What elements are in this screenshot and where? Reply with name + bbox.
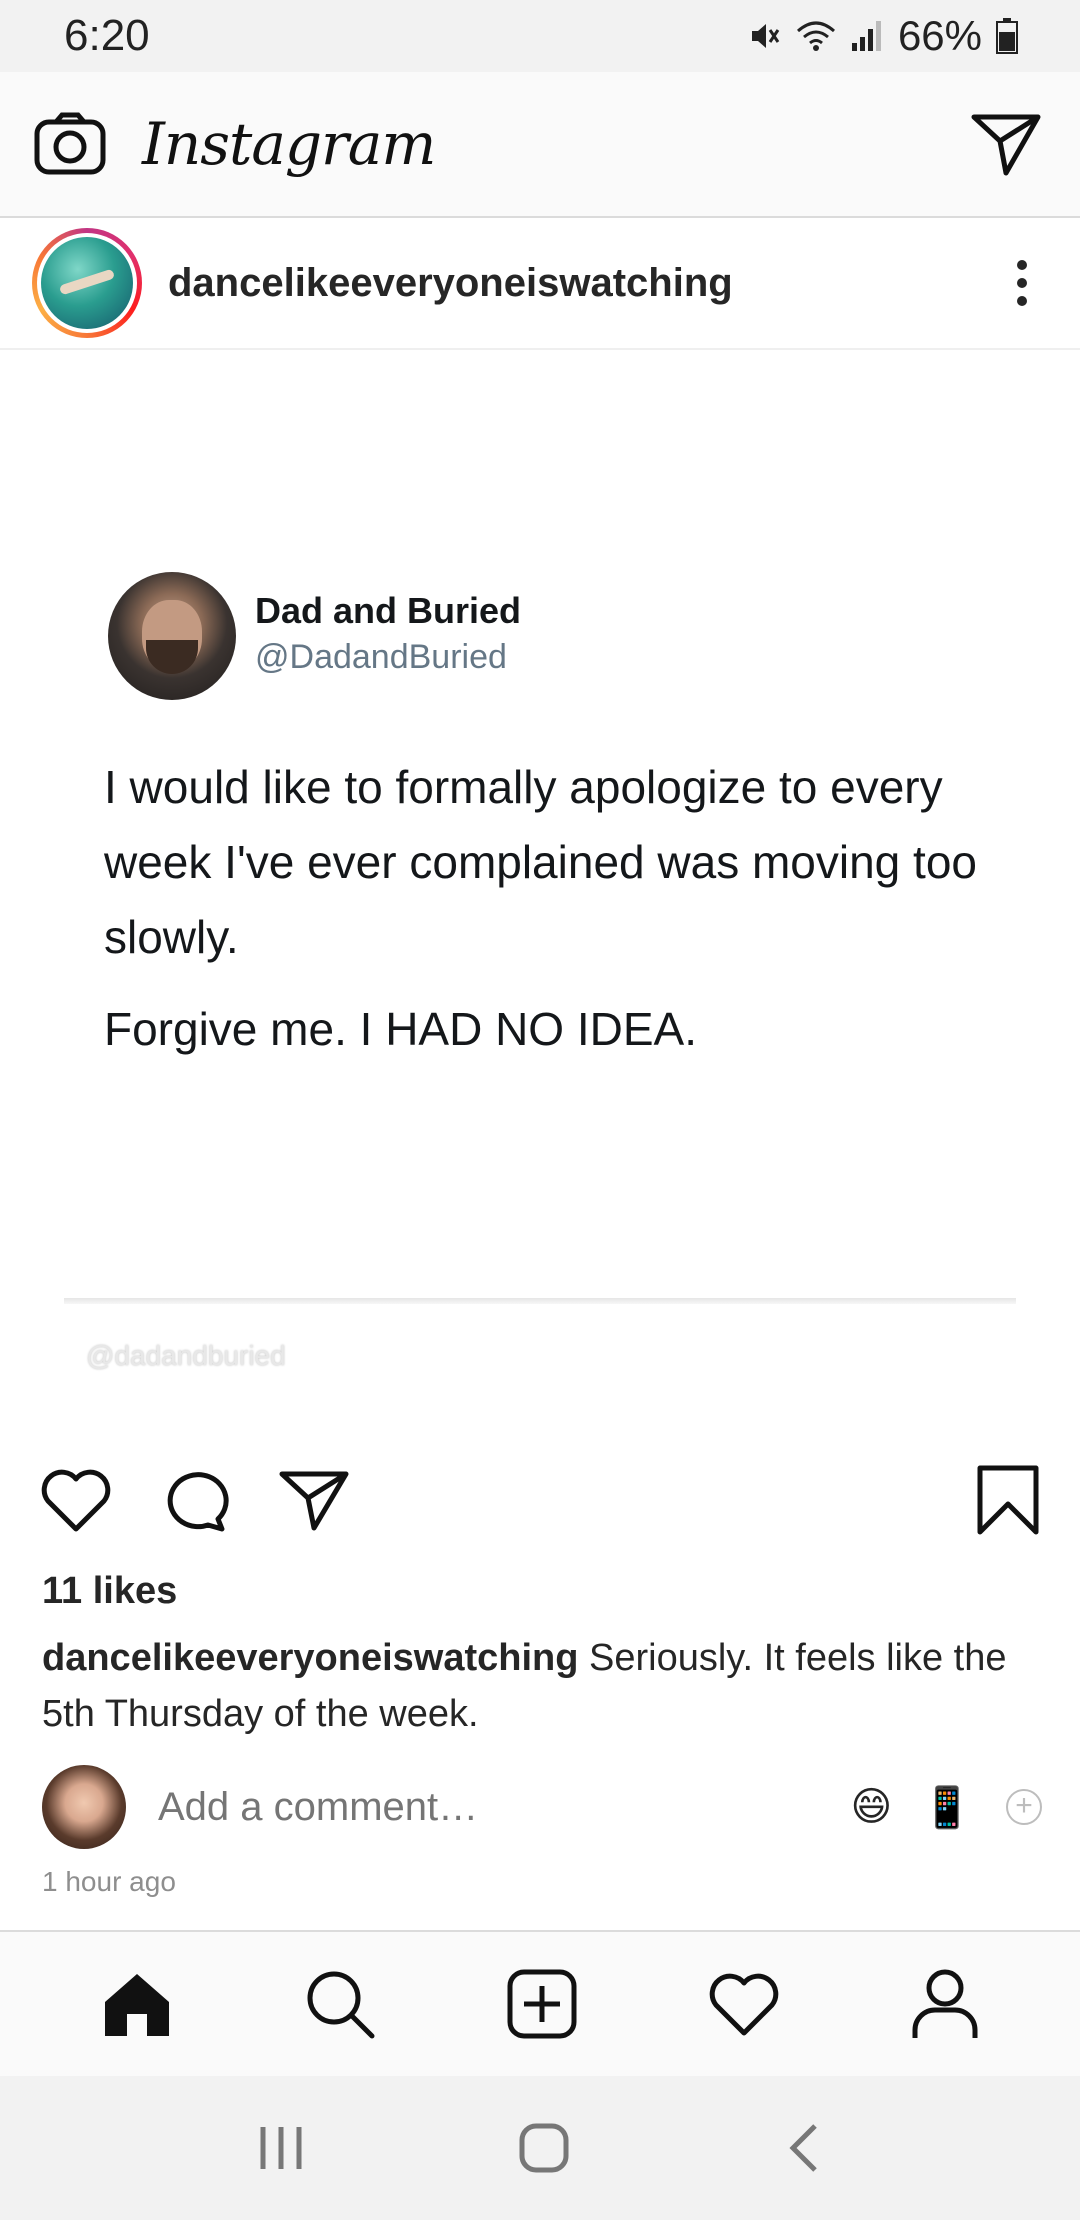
recent-apps-icon[interactable] xyxy=(257,2123,305,2173)
caption-username[interactable]: dancelikeeveryoneiswatching xyxy=(42,1637,578,1679)
post-username[interactable]: dancelikeeveryoneiswatching xyxy=(168,261,1002,306)
home-icon[interactable] xyxy=(101,1970,173,2038)
tweet-author-handle: @DadandBuried xyxy=(255,638,507,676)
likes-count[interactable]: 11 likes xyxy=(42,1570,177,1613)
profile-icon[interactable] xyxy=(911,1968,979,2040)
tweet-author-avatar xyxy=(108,572,236,700)
like-heart-icon[interactable] xyxy=(40,1467,112,1533)
comment-input[interactable] xyxy=(158,1784,821,1830)
post-timestamp: 1 hour ago xyxy=(42,1866,176,1897)
tweet-text-second: Forgive me. I HAD NO IDEA. xyxy=(104,1003,698,1055)
activity-heart-icon[interactable] xyxy=(708,1971,780,2037)
status-icons: 66% xyxy=(748,12,1018,60)
back-icon[interactable] xyxy=(783,2122,823,2174)
emoji-phone-button[interactable]: 📱 xyxy=(922,1784,972,1831)
add-comment-row: 😄 📱 + xyxy=(42,1762,1042,1852)
status-bar: 6:20 66% xyxy=(0,0,1080,72)
share-icon[interactable] xyxy=(278,1468,350,1532)
post-header: dancelikeeveryoneiswatching xyxy=(0,218,1080,350)
post-author-avatar[interactable] xyxy=(32,228,142,338)
image-watermark: @dadandburied xyxy=(86,1340,286,1371)
tweet-author-name: Dad and Buried xyxy=(255,590,522,631)
android-nav-bar xyxy=(0,2076,1080,2220)
add-post-icon[interactable] xyxy=(506,1968,578,2040)
post-image[interactable]: Dad and Buried @DadandBuried I would lik… xyxy=(0,350,1080,1430)
wifi-icon xyxy=(796,19,836,53)
app-header: Instagram xyxy=(0,72,1080,218)
direct-message-icon[interactable] xyxy=(970,111,1042,177)
more-options-icon[interactable] xyxy=(1002,260,1042,306)
home-button-icon[interactable] xyxy=(518,2122,570,2174)
post-caption: dancelikeeveryoneiswatching Seriously. I… xyxy=(42,1630,1042,1742)
status-time: 6:20 xyxy=(64,11,150,60)
comment-icon[interactable] xyxy=(160,1467,230,1533)
bookmark-icon[interactable] xyxy=(976,1464,1040,1536)
bottom-tab-bar xyxy=(0,1930,1080,2076)
mute-icon xyxy=(748,19,782,53)
instagram-logo: Instagram xyxy=(142,110,436,178)
post-actions xyxy=(0,1430,1080,1570)
emoji-laugh-button[interactable]: 😄 xyxy=(850,1784,892,1830)
search-icon[interactable] xyxy=(304,1968,376,2040)
camera-icon[interactable] xyxy=(34,112,106,176)
signal-icon xyxy=(850,19,884,53)
tweet-text: I would like to formally apologize to ev… xyxy=(104,761,977,963)
tweet-divider xyxy=(64,1298,1016,1304)
current-user-avatar xyxy=(42,1765,126,1849)
battery-icon xyxy=(996,18,1018,54)
battery-percent: 66% xyxy=(897,12,982,59)
more-emoji-plus-icon[interactable]: + xyxy=(1006,1789,1042,1825)
